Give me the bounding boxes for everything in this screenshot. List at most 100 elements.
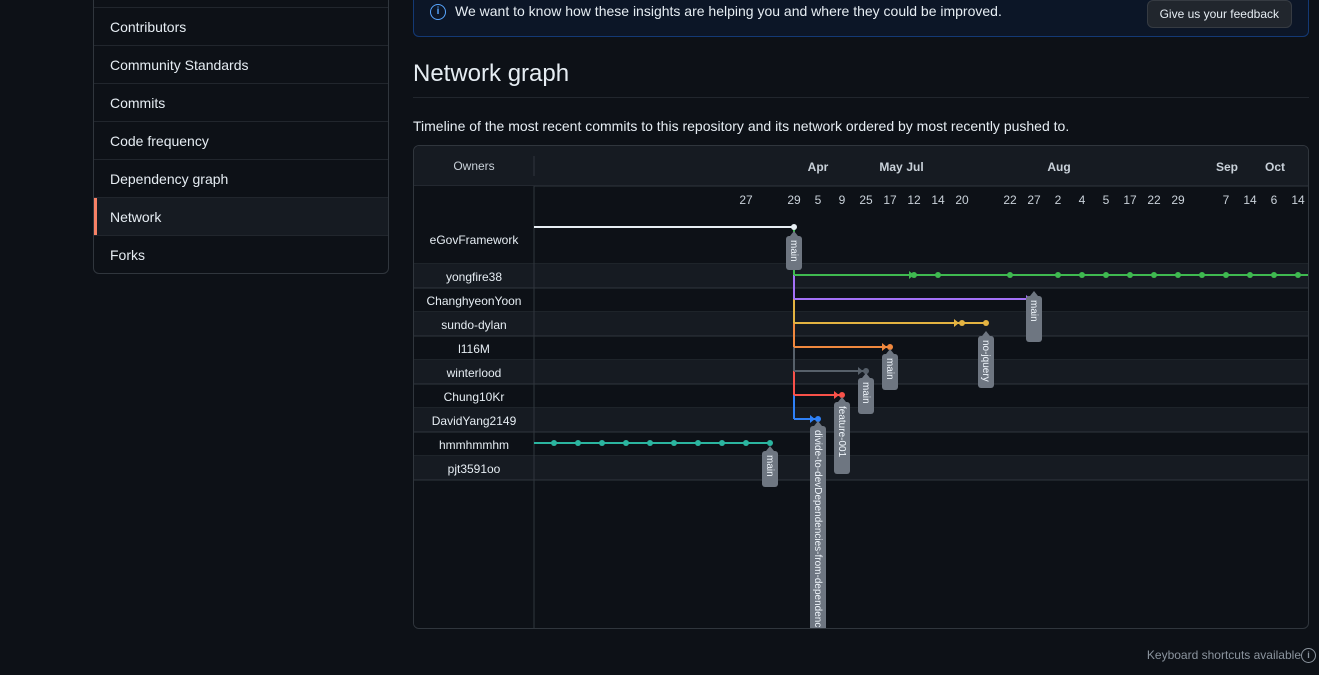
owner-name: eGovFramework [430,233,520,247]
feedback-banner: i We want to know how these insights are… [413,0,1309,37]
month-label: Sep [1216,160,1238,174]
month-label: Oct [1265,160,1285,174]
day-label: 14 [1291,193,1305,207]
commit-dot [935,272,941,278]
commit-dot [959,320,965,326]
day-label: 27 [1027,193,1041,207]
branch-arrow [882,343,887,351]
give-feedback-button[interactable]: Give us your feedback [1146,0,1292,28]
day-label: 12 [907,193,921,207]
commit-dot [1271,272,1277,278]
commit-dot [767,440,773,446]
banner-text: We want to know how these insights are h… [455,3,1002,19]
commit-dot [1055,272,1061,278]
commit-dot [647,440,653,446]
commit-dot [551,440,557,446]
commit-dot [1127,272,1133,278]
network-graph[interactable]: Owners Apr May Jul Aug Sep Oct 27 29 5 9 25 17 12 14 20… [413,145,1309,629]
owners-header: Owners [453,159,494,173]
sidebar-item-contributors[interactable]: Contributors [94,7,388,45]
owner-name: sundo-dylan [441,318,506,332]
commit-dot [911,272,917,278]
owner-name: pjt3591oo [448,462,501,476]
owner-name: winterlood [446,366,502,380]
month-label: Aug [1047,160,1070,174]
commit-dot [1103,272,1109,278]
info-icon[interactable]: i [1301,648,1316,663]
commit-dot [983,320,989,326]
day-label: 14 [1243,193,1257,207]
day-label: 22 [1003,193,1017,207]
month-label: Apr [808,160,829,174]
owner-name: Chung10Kr [444,390,505,404]
day-label: 7 [1223,193,1230,207]
page-title: Network graph [413,60,570,87]
commit-dot [791,224,797,230]
day-label: 29 [1171,193,1185,207]
insights-sidebar: Contributors Community Standards Commits… [93,0,389,274]
info-icon: i [430,4,446,20]
sidebar-item-previous[interactable] [94,0,388,7]
commit-dot [1223,272,1229,278]
commit-dot [1295,272,1301,278]
branch-label: main [860,382,871,404]
sidebar-item-dependency-graph[interactable]: Dependency graph [94,159,388,197]
branch-label: no-jquery [980,340,991,382]
branch-label: divide-to-devDependencies-from-dependenc… [812,430,823,629]
branch-label: main [1028,300,1039,322]
owner-name: DavidYang2149 [432,414,517,428]
branch-label: main [884,358,895,380]
keyboard-shortcuts-text[interactable]: Keyboard shortcuts available [1147,648,1301,662]
day-label: 25 [859,193,873,207]
owner-name: ChanghyeonYoon [427,294,522,308]
commit-dot [1247,272,1253,278]
sidebar-item-code-frequency[interactable]: Code frequency [94,121,388,159]
day-label: 29 [787,193,801,207]
commit-dot [743,440,749,446]
day-label: 9 [839,193,846,207]
day-label: 17 [883,193,897,207]
sidebar-item-community-standards[interactable]: Community Standards [94,45,388,83]
commit-dot [695,440,701,446]
owner-name: l116M [458,342,490,356]
day-label: 27 [739,193,753,207]
month-label: May [879,160,903,174]
branch-arrow [834,391,839,399]
commit-dot [575,440,581,446]
branch-label: main [764,455,775,477]
day-label: 2 [1055,193,1062,207]
day-label: 5 [1103,193,1110,207]
title-divider [413,97,1309,98]
month-label: Jul [906,160,923,174]
branch-label-pointer [790,231,798,236]
owner-name: yongfire38 [446,270,502,284]
day-label: 5 [815,193,822,207]
day-label: 22 [1147,193,1161,207]
branch-label: feature-001 [836,406,847,458]
commit-dot [719,440,725,446]
branch-label-pointer [838,397,846,402]
commit-dot [1199,272,1205,278]
sidebar-item-network[interactable]: Network [94,197,388,235]
commit-dot [623,440,629,446]
branch-label-pointer [886,349,894,354]
commit-dot [671,440,677,446]
owner-name: hmmhmmhm [439,438,509,452]
day-label: 4 [1079,193,1086,207]
commit-dot [1007,272,1013,278]
sidebar-item-forks[interactable]: Forks [94,235,388,273]
network-graph-canvas[interactable]: Owners Apr May Jul Aug Sep Oct27 29 5 9 25 17 12 14 20… [414,146,1309,629]
sidebar-item-commits[interactable]: Commits [94,83,388,121]
commit-dot [599,440,605,446]
owner-row [414,456,1308,480]
graph-header [414,146,1308,186]
branch-label-pointer [1030,291,1038,296]
commit-dot [1079,272,1085,278]
branch-label: main [788,240,799,262]
day-label: 6 [1271,193,1278,207]
branch-label-pointer [766,446,774,451]
commit-dot [1151,272,1157,278]
day-label: 20 [955,193,969,207]
day-label: 14 [931,193,945,207]
commit-dot [1175,272,1181,278]
